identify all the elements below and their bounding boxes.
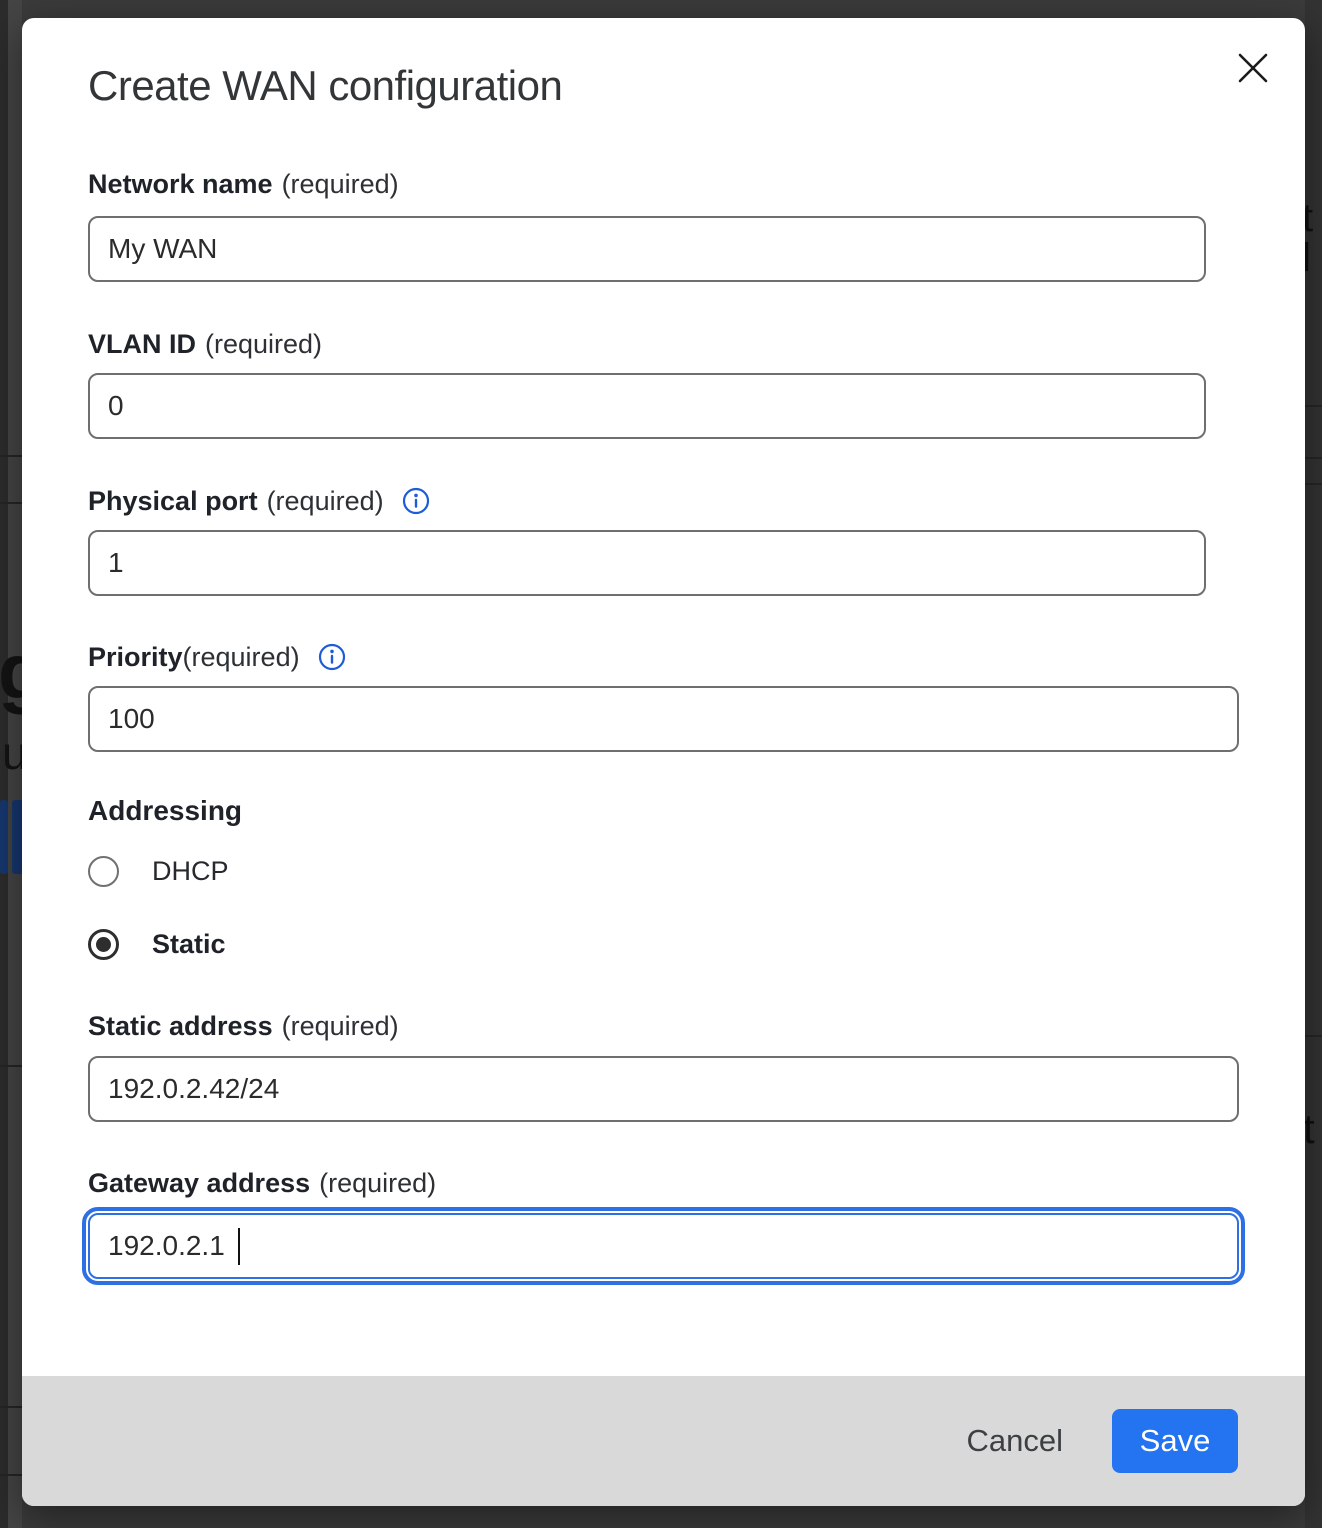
create-wan-dialog: Create WAN configuration Network name (r…	[22, 18, 1305, 1506]
network-name-input[interactable]	[88, 216, 1206, 282]
text-caret	[238, 1228, 240, 1265]
required-indicator: (required)	[282, 1010, 399, 1042]
background-button-fragment	[12, 800, 22, 874]
background-divider	[0, 1406, 22, 1408]
network-name-label: Network name (required)	[88, 168, 399, 200]
background-divider	[0, 455, 22, 457]
dialog-title: Create WAN configuration	[88, 62, 562, 110]
required-indicator: (required)	[319, 1167, 436, 1199]
priority-input[interactable]	[88, 686, 1239, 752]
label-text: Priority	[88, 641, 183, 673]
background-page-left: g u	[0, 0, 22, 1528]
gateway-address-input[interactable]	[88, 1213, 1239, 1279]
radio-label: DHCP	[152, 856, 229, 887]
background-text-fragment: u	[2, 730, 22, 776]
gateway-address-field	[88, 1213, 1239, 1279]
required-indicator: (required)	[205, 328, 322, 360]
background-divider	[0, 1474, 22, 1476]
radio-label: Static	[152, 929, 226, 960]
save-button[interactable]: Save	[1112, 1409, 1238, 1473]
label-text: Gateway address	[88, 1167, 310, 1199]
gateway-address-label: Gateway address (required)	[88, 1167, 436, 1199]
background-page-right: t l t	[1305, 0, 1322, 1528]
background-divider	[1305, 457, 1322, 459]
cancel-button[interactable]: Cancel	[967, 1423, 1064, 1459]
vlan-id-label: VLAN ID (required)	[88, 328, 322, 360]
static-address-label: Static address (required)	[88, 1010, 399, 1042]
radio-button-icon	[88, 929, 119, 960]
required-indicator: (required)	[183, 641, 300, 673]
background-divider	[0, 1065, 22, 1067]
background-text-fragment: t l	[1305, 198, 1322, 278]
close-icon	[1236, 51, 1270, 85]
addressing-heading: Addressing	[88, 795, 242, 827]
static-address-input[interactable]	[88, 1056, 1239, 1122]
background-divider	[1305, 483, 1322, 485]
radio-option-static[interactable]: Static	[88, 929, 226, 960]
physical-port-label: Physical port (required)	[88, 485, 430, 517]
required-indicator: (required)	[267, 485, 384, 517]
info-icon[interactable]	[318, 643, 346, 671]
background-text-fragment: g	[0, 632, 22, 710]
info-icon[interactable]	[402, 487, 430, 515]
label-text: Static address	[88, 1010, 273, 1042]
background-button-fragment	[0, 800, 8, 874]
background-divider	[0, 502, 22, 504]
background-text-fragment: t	[1305, 1108, 1315, 1150]
required-indicator: (required)	[282, 168, 399, 200]
background-divider	[1305, 1035, 1322, 1037]
radio-button-icon	[88, 856, 119, 887]
radio-option-dhcp[interactable]: DHCP	[88, 856, 229, 887]
background-divider	[1305, 405, 1322, 407]
label-text: Network name	[88, 168, 273, 200]
label-text: Physical port	[88, 485, 258, 517]
label-text: VLAN ID	[88, 328, 196, 360]
dialog-footer: Cancel Save	[22, 1376, 1305, 1506]
priority-label: Priority (required)	[88, 641, 346, 673]
vlan-id-input[interactable]	[88, 373, 1206, 439]
physical-port-input[interactable]	[88, 530, 1206, 596]
close-button[interactable]	[1233, 48, 1273, 88]
